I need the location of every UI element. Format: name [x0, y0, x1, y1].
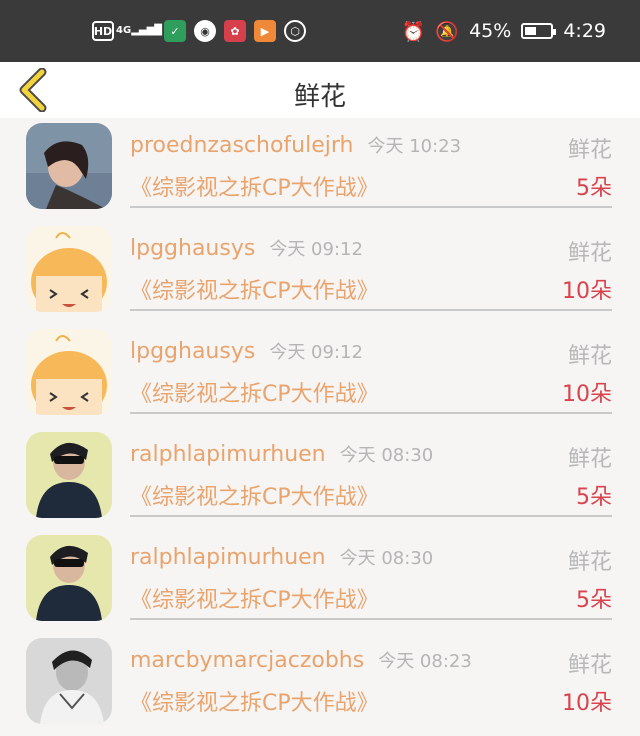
- lotus-app-icon: ✿: [224, 20, 246, 42]
- username[interactable]: proednzaschofulejrh: [130, 133, 353, 158]
- gift-type: 鲜花: [567, 550, 612, 575]
- battery-fill: [525, 27, 537, 35]
- browser-icon: ◉: [194, 20, 216, 42]
- nav-bar: 鲜花: [0, 62, 640, 118]
- username[interactable]: marcbymarcjaczobhs: [130, 648, 364, 673]
- list-item[interactable]: lpgghausys 今天 09:12 鲜花 《综影视之拆CP大作战》 10朵: [0, 324, 640, 427]
- clock: 4:29: [563, 20, 606, 42]
- timestamp: 今天 08:23: [378, 651, 472, 672]
- gift-type: 鲜花: [567, 344, 612, 369]
- avatar[interactable]: [26, 123, 112, 209]
- status-icons-right: ⏰ 🔕 45% 4:29: [402, 18, 606, 44]
- list-item[interactable]: ralphlapimurhuen 今天 08:30 鲜花 《综影视之拆CP大作战》…: [0, 427, 640, 530]
- username[interactable]: lpgghausys: [130, 339, 255, 364]
- battery-icon: [521, 23, 557, 39]
- alarm-icon: ⏰: [401, 20, 426, 43]
- flower-record-list: proednzaschofulejrh 今天 10:23 鲜花 《综影视之拆CP大…: [0, 118, 640, 736]
- username[interactable]: ralphlapimurhuen: [130, 545, 326, 570]
- divider: [130, 309, 612, 311]
- flower-count: 10朵: [562, 691, 612, 716]
- gift-type: 鲜花: [567, 138, 612, 163]
- work-title[interactable]: 《综影视之拆CP大作战》: [130, 685, 379, 717]
- username-row: lpgghausys 今天 09:12: [130, 338, 363, 364]
- list-item[interactable]: ralphlapimurhuen 今天 08:30 鲜花 《综影视之拆CP大作战》…: [0, 530, 640, 633]
- timestamp: 今天 09:12: [269, 239, 363, 260]
- flower-count: 5朵: [576, 485, 612, 510]
- work-title[interactable]: 《综影视之拆CP大作战》: [130, 170, 379, 202]
- signal-icon: 4G ▂▄▆█: [116, 25, 162, 36]
- page-title: 鲜花: [293, 82, 346, 112]
- timestamp: 今天 08:30: [339, 548, 434, 569]
- username-row: ralphlapimurhuen 今天 08:30: [130, 544, 433, 570]
- flower-count: 5朵: [576, 588, 612, 613]
- gift-type: 鲜花: [567, 241, 612, 266]
- flower-count: 10朵: [562, 279, 612, 304]
- gift-type: 鲜花: [567, 653, 612, 678]
- username-row: marcbymarcjaczobhs 今天 08:23: [130, 647, 472, 673]
- timestamp: 今天 10:23: [367, 136, 462, 157]
- navigation-app-icon: ⬡: [284, 20, 306, 42]
- avatar[interactable]: [26, 432, 112, 518]
- work-title[interactable]: 《综影视之拆CP大作战》: [130, 273, 379, 305]
- video-app-icon: ▶: [254, 20, 276, 42]
- mute-icon: 🔕: [435, 20, 460, 43]
- timestamp: 今天 08:30: [339, 445, 434, 466]
- hd-icon: HD: [92, 21, 114, 41]
- battery-percent: 45%: [469, 20, 512, 42]
- avatar[interactable]: [26, 329, 112, 415]
- username[interactable]: ralphlapimurhuen: [130, 442, 326, 467]
- avatar[interactable]: [26, 638, 112, 724]
- app-notification-icon: ✓: [164, 20, 186, 42]
- username-row: ralphlapimurhuen 今天 08:30: [130, 441, 433, 467]
- username-row: proednzaschofulejrh 今天 10:23: [130, 132, 461, 158]
- list-item[interactable]: lpgghausys 今天 09:12 鲜花 《综影视之拆CP大作战》 10朵: [0, 221, 640, 324]
- username-row: lpgghausys 今天 09:12: [130, 235, 363, 261]
- divider: [130, 515, 612, 517]
- timestamp: 今天 09:12: [269, 342, 363, 363]
- work-title[interactable]: 《综影视之拆CP大作战》: [130, 582, 379, 614]
- avatar[interactable]: [26, 535, 112, 621]
- gift-type: 鲜花: [567, 447, 612, 472]
- list-item[interactable]: proednzaschofulejrh 今天 10:23 鲜花 《综影视之拆CP大…: [0, 118, 640, 221]
- divider: [130, 618, 612, 620]
- divider: [130, 206, 612, 208]
- avatar[interactable]: [26, 226, 112, 312]
- list-item[interactable]: marcbymarcjaczobhs 今天 08:23 鲜花 《综影视之拆CP大作…: [0, 633, 640, 736]
- username[interactable]: lpgghausys: [130, 236, 255, 261]
- status-bar: HD 4G ▂▄▆█ ✓ ◉ ✿ ▶ ⬡ ⏰ 🔕 45% 4:29: [0, 0, 640, 62]
- flower-count: 10朵: [562, 382, 612, 407]
- work-title[interactable]: 《综影视之拆CP大作战》: [130, 479, 379, 511]
- divider: [130, 412, 612, 414]
- flower-count: 5朵: [576, 176, 612, 201]
- status-icons-left: HD 4G ▂▄▆█ ✓ ◉ ✿ ▶ ⬡: [92, 18, 306, 44]
- work-title[interactable]: 《综影视之拆CP大作战》: [130, 376, 379, 408]
